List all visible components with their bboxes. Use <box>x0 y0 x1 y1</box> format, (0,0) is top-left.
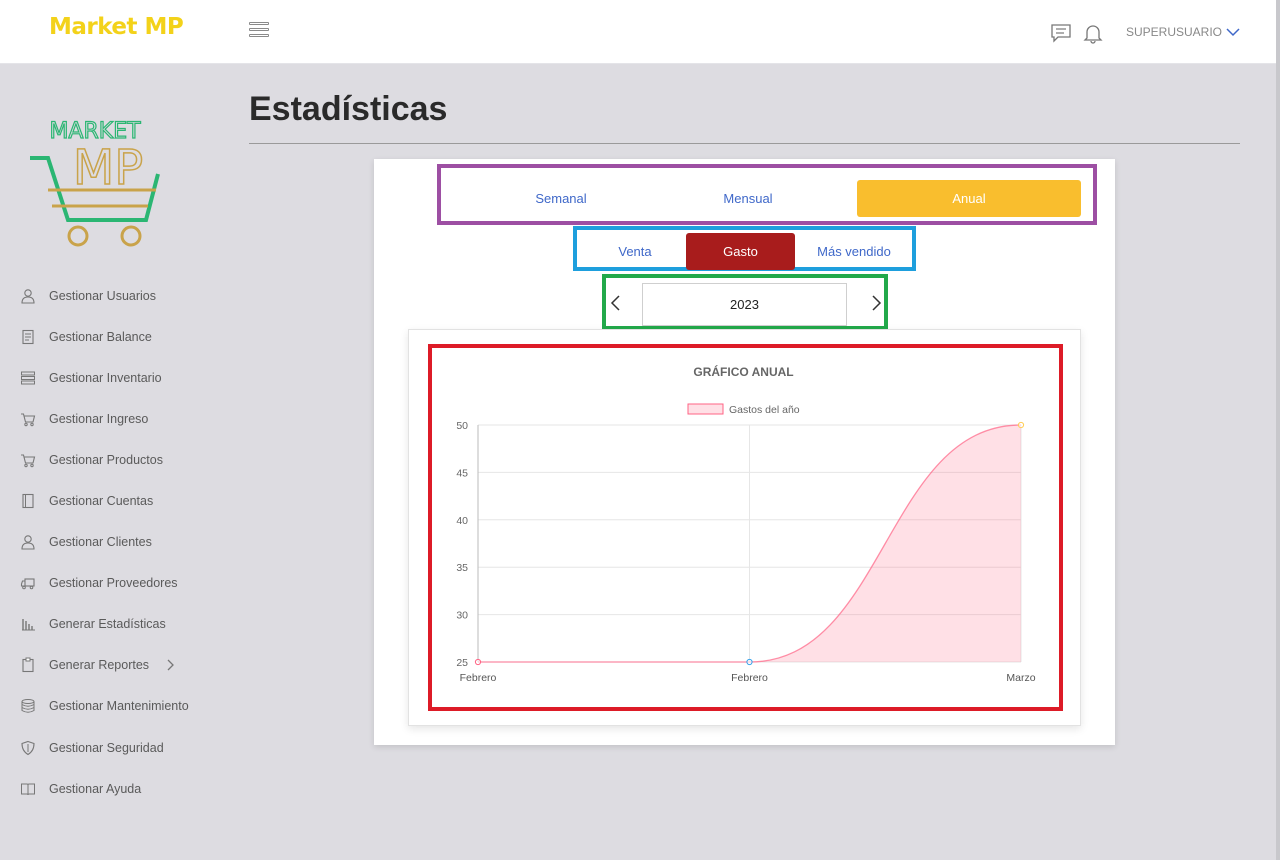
brand-name[interactable]: Market MP <box>49 14 184 40</box>
book-icon <box>20 493 36 509</box>
sidebar-item-label: Gestionar Cuentas <box>49 494 154 509</box>
sidebar-item-label: Generar Reportes <box>49 658 150 673</box>
menu-icon[interactable] <box>249 22 269 42</box>
receipt-icon <box>20 329 36 345</box>
cart-icon <box>20 452 36 468</box>
sidebar-item-gestionar-seguridad[interactable]: Gestionar Seguridad <box>0 727 230 768</box>
cart-icon <box>20 411 36 427</box>
sidebar-item-label: Gestionar Ayuda <box>49 781 142 796</box>
year-selector: 2023 <box>602 274 888 330</box>
data-point <box>474 658 482 666</box>
sidebar-item-label: Gestionar Clientes <box>49 535 152 550</box>
user-icon <box>20 288 36 304</box>
sidebar-item-gestionar-proveedores[interactable]: Gestionar Proveedores <box>0 563 230 604</box>
truck-icon <box>20 575 36 591</box>
y-tick-label: 40 <box>456 515 468 527</box>
sidebar-item-gestionar-ayuda[interactable]: Gestionar Ayuda <box>0 768 230 809</box>
data-point <box>746 658 753 666</box>
bell-icon[interactable] <box>1082 22 1104 44</box>
legend-swatch <box>687 403 724 415</box>
sidebar-item-gestionar-productos[interactable]: Gestionar Productos <box>0 439 230 480</box>
sidebar-item-label: Generar Estadísticas <box>49 617 166 632</box>
x-tick-label: Febrero <box>731 672 768 684</box>
sidebar-item-label: Gestionar Inventario <box>49 370 162 385</box>
y-tick-label: 35 <box>456 562 468 574</box>
database-icon <box>20 698 36 714</box>
open-book-icon <box>20 781 36 797</box>
sidebar-item-generar-estadisticas[interactable]: Generar Estadísticas <box>0 604 230 645</box>
sidebar-item-gestionar-cuentas[interactable]: Gestionar Cuentas <box>0 480 230 521</box>
logo-text-bottom: MP <box>73 140 143 196</box>
x-tick-label: Febrero <box>460 672 497 684</box>
sidebar-item-gestionar-balance[interactable]: Gestionar Balance <box>0 316 230 357</box>
bar-chart-icon <box>20 616 36 632</box>
sidebar-item-label: Gestionar Usuarios <box>49 288 156 303</box>
tab-venta[interactable]: Venta <box>585 233 685 270</box>
user-menu[interactable]: SUPERUSUARIO <box>1126 25 1240 39</box>
sidebar-item-label: Gestionar Proveedores <box>49 576 178 591</box>
tab-mas-vendido[interactable]: Más vendido <box>799 233 909 270</box>
sidebar: MARKET MP Gestionar Usuarios Gestionar Ba… <box>0 64 230 860</box>
chevron-down-icon <box>1226 28 1240 37</box>
sidebar-item-gestionar-clientes[interactable]: Gestionar Clientes <box>0 522 230 563</box>
sidebar-item-generar-reportes[interactable]: Generar Reportes <box>0 645 230 686</box>
sidebar-item-label: Gestionar Seguridad <box>49 740 164 755</box>
user-label: SUPERUSUARIO <box>1126 25 1223 39</box>
chat-icon[interactable] <box>1050 22 1072 44</box>
market-mp-logo: MARKET MP <box>30 118 160 247</box>
y-tick-label: 50 <box>456 420 468 432</box>
y-tick-label: 30 <box>456 610 468 622</box>
legend-label: Gastos del año <box>729 404 800 416</box>
type-tabs: Venta Gasto Más vendido <box>573 226 916 271</box>
clipboard-icon <box>20 657 36 673</box>
sidebar-item-gestionar-inventario[interactable]: Gestionar Inventario <box>0 357 230 398</box>
data-point <box>1017 421 1025 429</box>
annual-chart: GRÁFICO ANUAL Gastos del año 25 30 35 40 45 50 F… <box>456 364 1035 684</box>
tab-anual[interactable]: Anual <box>857 180 1081 217</box>
tab-gasto[interactable]: Gasto <box>686 233 795 270</box>
sidebar-item-gestionar-usuarios[interactable]: Gestionar Usuarios <box>0 275 230 316</box>
sidebar-item-gestionar-mantenimiento[interactable]: Gestionar Mantenimiento <box>0 686 230 727</box>
scrollbar[interactable] <box>1276 0 1280 860</box>
x-tick-label: Marzo <box>1006 672 1035 684</box>
chevron-left-icon[interactable] <box>608 293 624 313</box>
tab-mensual[interactable]: Mensual <box>636 180 860 217</box>
y-tick-label: 25 <box>456 657 468 669</box>
user-icon <box>20 534 36 550</box>
title-divider <box>249 143 1240 144</box>
page-title: Estadísticas <box>249 90 448 128</box>
shield-icon <box>20 740 36 756</box>
sidebar-item-label: Gestionar Ingreso <box>49 411 149 426</box>
period-tabs: Semanal Mensual Anual <box>437 164 1097 225</box>
year-value[interactable]: 2023 <box>642 283 847 326</box>
sidebar-nav: Gestionar Usuarios Gestionar Balance Gesti… <box>0 275 230 809</box>
chart-title: GRÁFICO ANUAL <box>693 364 793 379</box>
y-tick-label: 45 <box>456 467 468 479</box>
chevron-right-icon[interactable] <box>868 293 884 313</box>
sidebar-item-label: Gestionar Productos <box>49 452 163 467</box>
sidebar-item-label: Gestionar Mantenimiento <box>49 699 189 714</box>
sidebar-item-label: Gestionar Balance <box>49 329 152 344</box>
top-navbar: Market MP SUPERUSUARIO <box>0 0 1276 64</box>
server-icon <box>20 370 36 386</box>
sidebar-item-gestionar-ingreso[interactable]: Gestionar Ingreso <box>0 398 230 439</box>
chevron-right-icon[interactable] <box>165 659 175 671</box>
